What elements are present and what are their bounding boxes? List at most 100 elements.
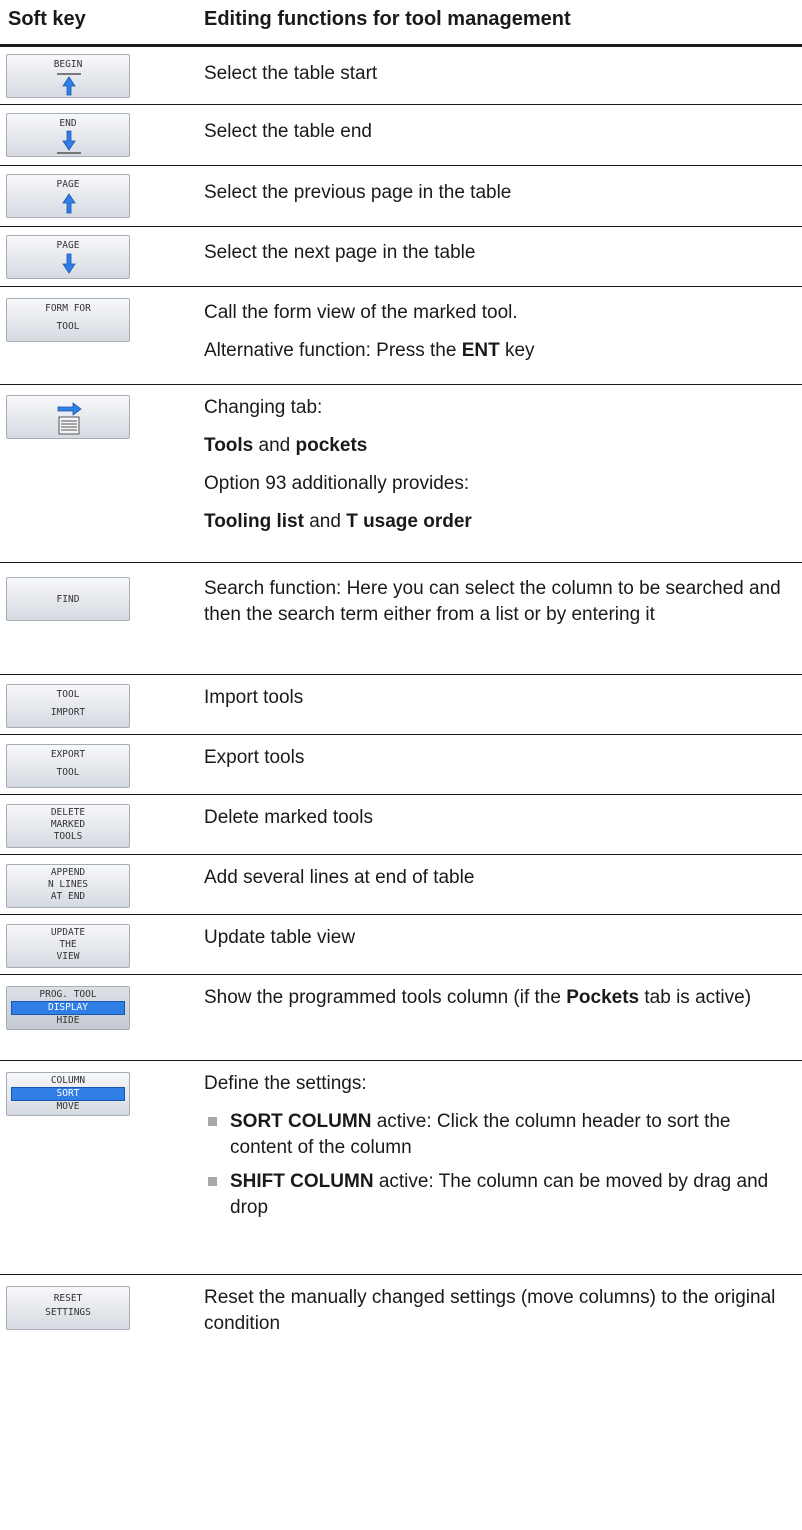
soft-key-label: HIDE bbox=[56, 1015, 80, 1026]
row-description: Search function: Here you can select the… bbox=[204, 576, 794, 628]
description-text: Delete marked tools bbox=[204, 807, 373, 828]
soft-key-label: TOOL bbox=[56, 767, 80, 778]
soft-key-label: AT END bbox=[50, 891, 86, 902]
soft-key-label: TOOL bbox=[56, 321, 80, 332]
soft-key-label: EXPORT bbox=[50, 749, 86, 760]
update-the-view-soft-key[interactable]: UPDATE THE VIEW bbox=[6, 924, 130, 968]
end-soft-key[interactable]: END bbox=[6, 113, 130, 157]
ent-key-name: ENT bbox=[461, 340, 500, 361]
column-header-editing-functions: Editing functions for tool management bbox=[204, 8, 571, 30]
bullet-item: SHIFT COLUMN active: The column can be m… bbox=[204, 1169, 794, 1221]
soft-key-label: COLUMN bbox=[50, 1075, 86, 1086]
reset-settings-soft-key[interactable]: RESET SETTINGS bbox=[6, 1286, 130, 1330]
description-text: Select the next page in the table bbox=[204, 242, 476, 263]
table-row: END Select the table end bbox=[0, 105, 802, 166]
soft-key-label: DELETE bbox=[50, 807, 86, 818]
row-description: Update table view bbox=[204, 925, 794, 951]
description-text: Import tools bbox=[204, 687, 304, 708]
row-description: Reset the manually changed settings (mov… bbox=[204, 1285, 794, 1337]
table-row: RESET SETTINGS Reset the manually change… bbox=[0, 1275, 802, 1530]
soft-key-label: THE bbox=[59, 939, 77, 950]
table-row: Changing tab: Tools and pockets Option 9… bbox=[0, 385, 802, 563]
description-text: Show the programmed tools column (if the… bbox=[204, 987, 752, 1008]
append-n-lines-soft-key[interactable]: APPEND N LINES AT END bbox=[6, 864, 130, 908]
begin-soft-key[interactable]: BEGIN bbox=[6, 54, 130, 98]
table-row: PAGE Select the previous page in the tab… bbox=[0, 166, 802, 227]
arrow-down-to-line-icon bbox=[57, 130, 81, 154]
row-description: Show the programmed tools column (if the… bbox=[204, 985, 794, 1011]
row-description: Select the next page in the table bbox=[204, 240, 794, 266]
soft-key-active-option: SORT bbox=[11, 1087, 125, 1101]
table-header: Soft key Editing functions for tool mana… bbox=[0, 0, 802, 47]
soft-key-label: TOOL bbox=[56, 689, 80, 700]
arrow-up-to-line-icon bbox=[57, 73, 81, 96]
page-down-soft-key[interactable]: PAGE bbox=[6, 235, 130, 279]
soft-key-label: UPDATE bbox=[50, 927, 86, 938]
description-text: Tooling list and T usage order bbox=[204, 511, 472, 532]
table-row: COLUMN SORT MOVE Define the settings: SO… bbox=[0, 1061, 802, 1275]
export-tool-soft-key[interactable]: EXPORT TOOL bbox=[6, 744, 130, 788]
description-text: Option 93 additionally provides: bbox=[204, 473, 470, 494]
soft-key-label: RESET bbox=[53, 1293, 83, 1304]
soft-key-label: TOOLS bbox=[53, 831, 83, 842]
column-header-soft-key: Soft key bbox=[8, 8, 86, 30]
description-text: Select the table start bbox=[204, 63, 378, 84]
table-row: EXPORT TOOL Export tools bbox=[0, 735, 802, 795]
table-row: DELETE MARKED TOOLS Delete marked tools bbox=[0, 795, 802, 855]
soft-key-label: MOVE bbox=[56, 1101, 80, 1112]
description-text: Update table view bbox=[204, 927, 356, 948]
soft-key-label: MARKED bbox=[50, 819, 86, 830]
column-sort-move-soft-key[interactable]: COLUMN SORT MOVE bbox=[6, 1072, 130, 1116]
row-description: Select the previous page in the table bbox=[204, 180, 794, 206]
soft-key-label: PROG. TOOL bbox=[39, 989, 97, 1000]
find-soft-key[interactable]: FIND bbox=[6, 577, 130, 621]
table-row: BEGIN Select the table start bbox=[0, 47, 802, 105]
soft-key-label: IMPORT bbox=[50, 707, 86, 718]
description-text: Reset the manually changed settings (mov… bbox=[204, 1287, 776, 1334]
delete-marked-tools-soft-key[interactable]: DELETE MARKED TOOLS bbox=[6, 804, 130, 848]
row-description: Select the table start bbox=[204, 61, 794, 87]
row-description: Define the settings: SORT COLUMN active:… bbox=[204, 1071, 794, 1221]
description-text: Changing tab: bbox=[204, 397, 323, 418]
softkey-table: Soft key Editing functions for tool mana… bbox=[0, 0, 802, 1530]
row-description: Changing tab: Tools and pockets Option 9… bbox=[204, 395, 794, 535]
soft-key-label: FIND bbox=[56, 594, 80, 605]
table-row: APPEND N LINES AT END Add several lines … bbox=[0, 855, 802, 915]
tool-import-soft-key[interactable]: TOOL IMPORT bbox=[6, 684, 130, 728]
bullet-item: SORT COLUMN active: Click the column hea… bbox=[204, 1109, 794, 1161]
table-row: FIND Search function: Here you can selec… bbox=[0, 563, 802, 675]
tab-switch-icon bbox=[57, 402, 82, 435]
soft-key-label: FORM FOR bbox=[45, 303, 91, 314]
soft-key-label: VIEW bbox=[56, 951, 80, 962]
arrow-up-icon bbox=[62, 193, 76, 214]
soft-key-active-option: DISPLAY bbox=[11, 1001, 125, 1015]
table-row: PAGE Select the next page in the table bbox=[0, 227, 802, 287]
soft-key-label: APPEND bbox=[50, 867, 86, 878]
row-description: Import tools bbox=[204, 685, 794, 711]
change-tab-soft-key[interactable] bbox=[6, 395, 130, 439]
row-description: Delete marked tools bbox=[204, 805, 794, 831]
table-row: PROG. TOOL DISPLAY HIDE Show the program… bbox=[0, 975, 802, 1061]
form-for-tool-soft-key[interactable]: FORM FOR TOOL bbox=[6, 298, 130, 342]
arrow-down-icon bbox=[62, 253, 76, 274]
row-description: Export tools bbox=[204, 745, 794, 771]
row-description: Add several lines at end of table bbox=[204, 865, 794, 891]
description-text: Select the previous page in the table bbox=[204, 182, 512, 203]
soft-key-label: SETTINGS bbox=[45, 1307, 91, 1318]
page-up-soft-key[interactable]: PAGE bbox=[6, 174, 130, 218]
description-text: Call the form view of the marked tool. bbox=[204, 302, 518, 323]
description-text: Define the settings: bbox=[204, 1073, 367, 1094]
table-row: FORM FOR TOOL Call the form view of the … bbox=[0, 287, 802, 385]
table-row: UPDATE THE VIEW Update table view bbox=[0, 915, 802, 975]
row-description: Call the form view of the marked tool. A… bbox=[204, 300, 794, 364]
description-text: Export tools bbox=[204, 747, 305, 768]
description-text: Alternative function: Press the ENT key bbox=[204, 340, 535, 361]
table-row: TOOL IMPORT Import tools bbox=[0, 675, 802, 735]
soft-key-label: N LINES bbox=[47, 879, 89, 890]
description-text: Search function: Here you can select the… bbox=[204, 578, 781, 625]
row-description: Select the table end bbox=[204, 119, 794, 145]
prog-tool-display-hide-soft-key[interactable]: PROG. TOOL DISPLAY HIDE bbox=[6, 986, 130, 1030]
description-text: Add several lines at end of table bbox=[204, 867, 475, 888]
description-text: Tools and pockets bbox=[204, 435, 368, 456]
description-text: Select the table end bbox=[204, 121, 372, 142]
